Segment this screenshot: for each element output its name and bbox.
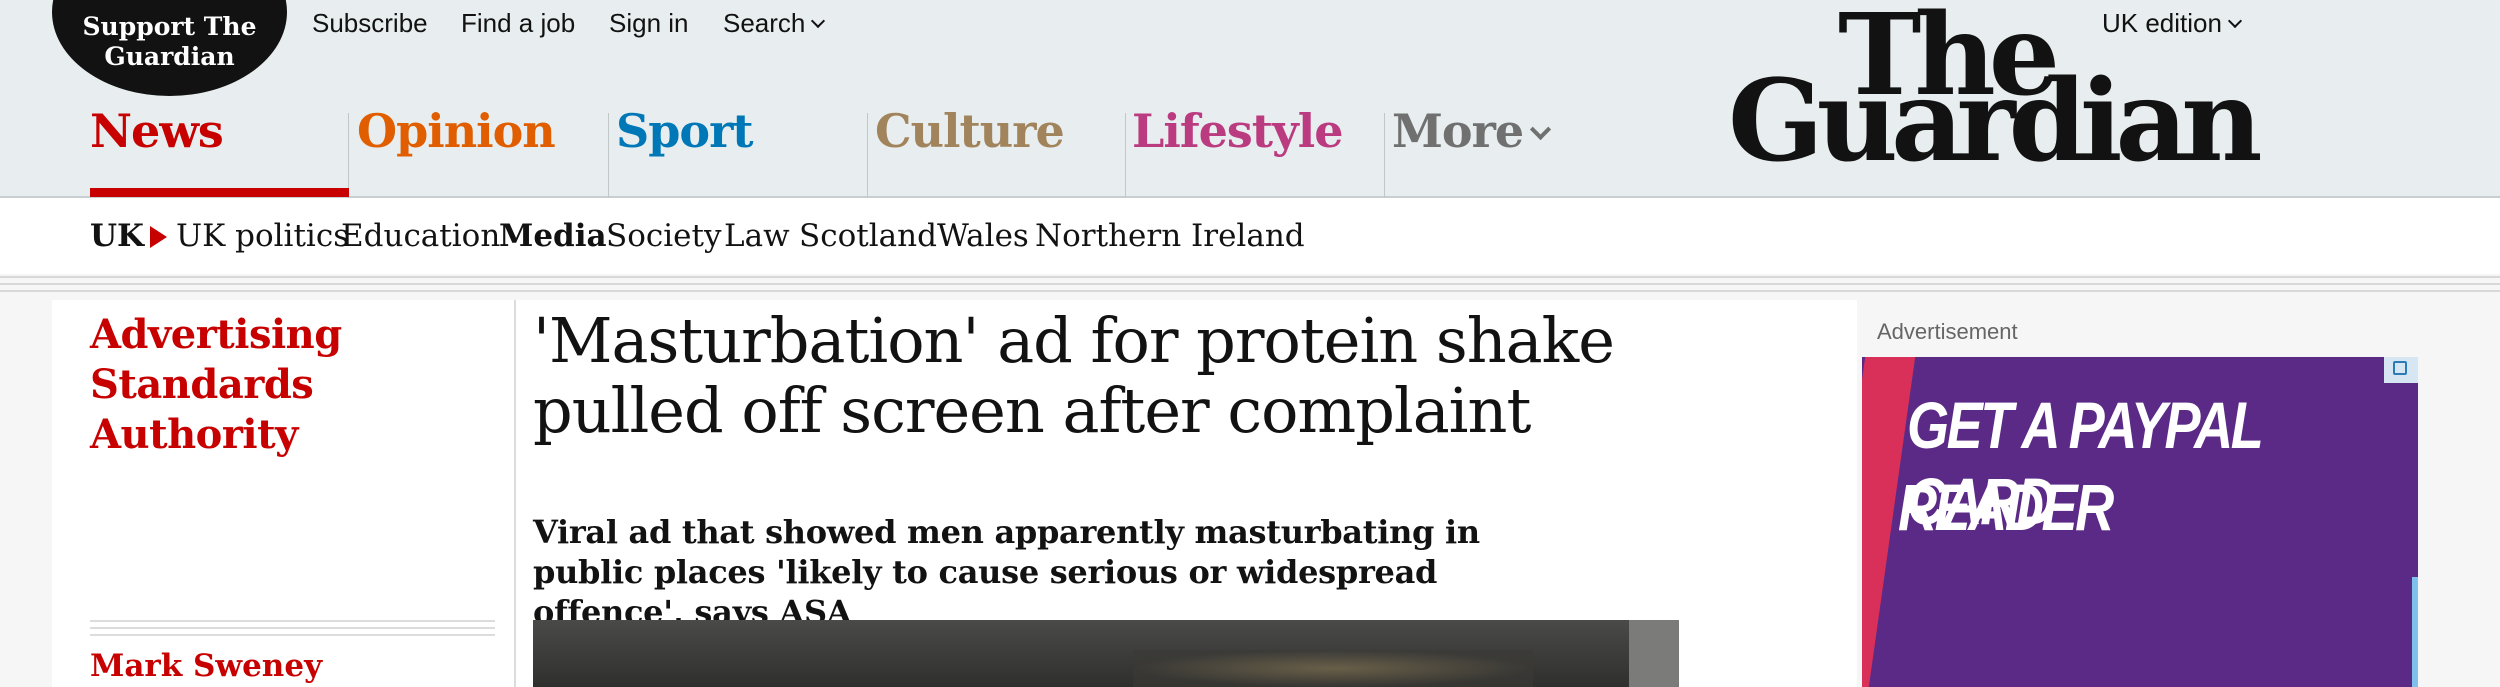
logo-line-2: Guardian xyxy=(1728,56,2263,187)
image-edge xyxy=(1629,620,1679,687)
subnav-item-uk-politics[interactable]: UK politics xyxy=(176,218,349,254)
section-subnav: UK UK politics Education Media Society L… xyxy=(0,198,2500,274)
subnav-item-northern-ireland[interactable]: Northern Ireland xyxy=(1035,218,1305,254)
active-pillar-indicator xyxy=(90,188,349,197)
chevron-down-icon xyxy=(1530,118,1552,141)
image-highlight xyxy=(1133,650,1533,687)
pillar-opinion[interactable]: Opinion xyxy=(357,104,556,158)
pillar-divider xyxy=(348,113,349,198)
subnav-item-scotland[interactable]: Scotland xyxy=(799,218,937,254)
pillar-divider xyxy=(608,113,609,198)
chevron-down-icon xyxy=(811,13,826,29)
support-the-guardian-button[interactable]: Support The Guardian xyxy=(52,0,287,96)
subnav-item-wales[interactable]: Wales xyxy=(937,218,1029,254)
paypal-advert[interactable]: GET A PAYPAL CARD READER xyxy=(1862,357,2418,687)
column-divider xyxy=(514,300,516,687)
subnav-item-media[interactable]: Media xyxy=(499,218,607,254)
pillar-divider xyxy=(1125,113,1126,198)
adchoices-icon[interactable] xyxy=(2384,357,2418,383)
advert-label: Advertisement xyxy=(1877,319,2018,344)
search-label: Search xyxy=(723,8,806,38)
pillar-sport[interactable]: Sport xyxy=(616,104,754,158)
pillar-more[interactable]: More xyxy=(1392,104,1552,158)
masthead: Support The Guardian Subscribe Find a job… xyxy=(0,0,2500,198)
guardian-logo[interactable]: The Guardian xyxy=(1728,0,2288,190)
advert-label-bar: Advertisement xyxy=(1862,313,2418,358)
advert-headline-2: READER xyxy=(1898,470,2114,544)
subnav-item-education[interactable]: Education xyxy=(341,218,500,254)
more-label: More xyxy=(1392,104,1524,158)
subnav-item-law[interactable]: Law xyxy=(724,218,790,254)
subnav-item-society[interactable]: Society xyxy=(606,218,722,254)
sign-in-link[interactable]: Sign in xyxy=(609,8,689,39)
article-headline: 'Masturbation' ad for protein shake pull… xyxy=(533,304,1615,447)
find-a-job-link[interactable]: Find a job xyxy=(461,8,575,39)
article-kicker-link[interactable]: Advertising Standards Authority xyxy=(90,310,510,460)
support-label: Support The Guardian xyxy=(82,12,257,71)
pillar-culture[interactable]: Culture xyxy=(875,104,1065,158)
author-byline-link[interactable]: Mark Sweney xyxy=(90,648,322,684)
section-divider xyxy=(0,276,2500,300)
subscribe-link[interactable]: Subscribe xyxy=(312,8,428,39)
article-standfirst: Viral ad that showed men apparently mast… xyxy=(533,513,1480,631)
triangle-right-icon xyxy=(150,226,167,248)
article-main-image xyxy=(533,620,1679,687)
search-dropdown[interactable]: Search xyxy=(723,8,826,39)
pillar-lifestyle[interactable]: Lifestyle xyxy=(1132,104,1343,158)
meta-divider xyxy=(90,620,495,641)
pillar-news[interactable]: News xyxy=(90,104,224,158)
advert-edge xyxy=(2412,577,2418,687)
pillar-divider xyxy=(867,113,868,198)
pillar-divider xyxy=(1384,113,1385,198)
subnav-item-uk[interactable]: UK xyxy=(90,218,144,254)
